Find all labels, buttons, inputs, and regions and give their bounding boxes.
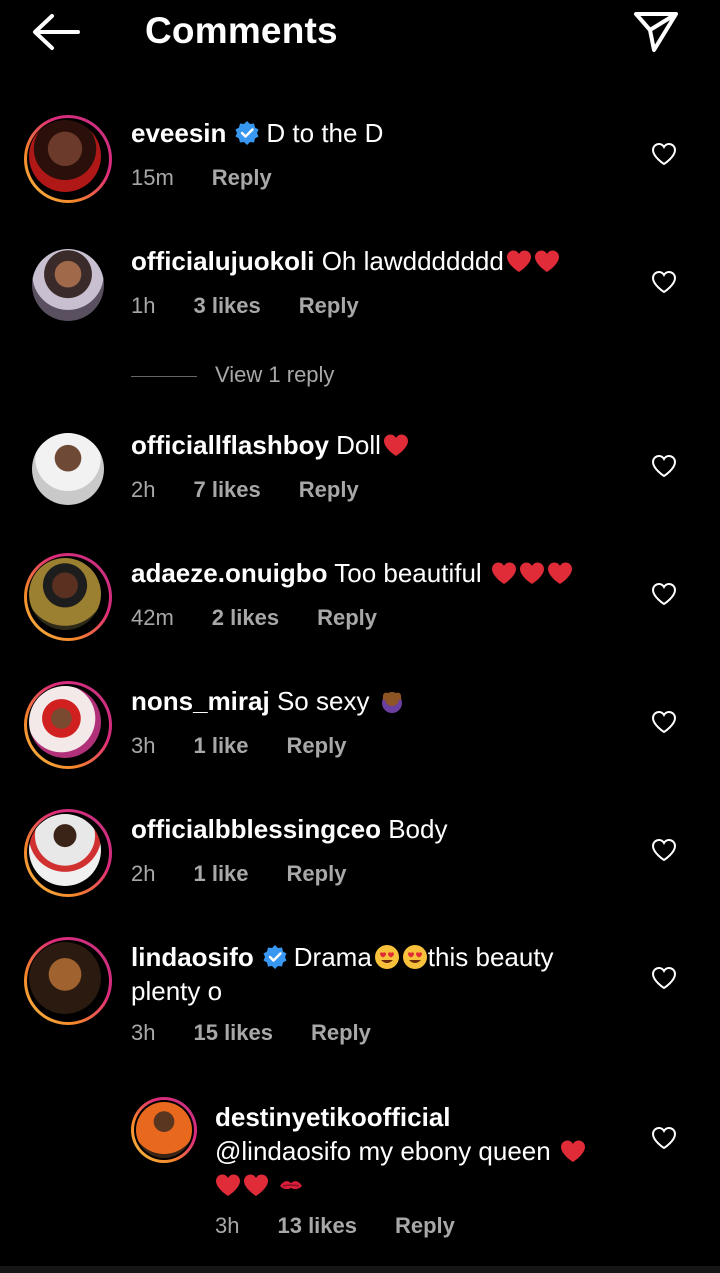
like-heart-icon[interactable] (651, 582, 677, 606)
comment-text: Drama (293, 942, 372, 972)
comment-text: D to the D (266, 118, 384, 148)
comment-time: 15m (131, 165, 174, 190)
likes-count[interactable]: 15 likes (193, 1020, 273, 1045)
reply-button[interactable]: Reply (317, 605, 377, 630)
like-heart-icon[interactable] (651, 1126, 677, 1150)
like-heart-icon[interactable] (651, 142, 677, 166)
reply-button[interactable]: Reply (299, 293, 359, 318)
avatar[interactable] (24, 553, 112, 641)
likes-count[interactable]: 13 likes (277, 1213, 357, 1238)
comment-meta: 3h 1 like Reply (131, 733, 384, 759)
comment-text: plenty o (131, 976, 223, 1006)
red-heart-emoji (560, 1138, 586, 1164)
username[interactable]: eveesin (131, 118, 226, 148)
kiss-mark-emoji (278, 1172, 304, 1198)
comment-time: 2h (131, 861, 156, 886)
comment-text: Doll (336, 430, 381, 460)
heart-eyes-emoji (374, 944, 400, 970)
back-arrow-icon[interactable] (30, 12, 82, 52)
avatar[interactable] (24, 809, 112, 897)
page-title: Comments (145, 10, 338, 51)
username[interactable]: adaeze.onuigbo (131, 558, 327, 588)
comment-meta: 42m 2 likes Reply (131, 605, 415, 631)
username[interactable]: officialbblessingceo (131, 814, 381, 844)
like-heart-icon[interactable] (651, 838, 677, 862)
bottom-bar (0, 1266, 720, 1273)
comment-text: @lindaosifo my ebony queen (215, 1136, 551, 1166)
comment-meta: 2h 1 like Reply (131, 861, 384, 887)
reply-button[interactable]: Reply (287, 733, 347, 758)
like-heart-icon[interactable] (651, 710, 677, 734)
red-heart-emoji (243, 1172, 269, 1198)
avatar[interactable] (131, 1097, 197, 1163)
username[interactable]: destinyetikoofficial (215, 1102, 451, 1132)
comment-meta: 3h 13 likes Reply (215, 1213, 493, 1239)
red-heart-emoji (491, 560, 517, 586)
comment-meta: 2h 7 likes Reply (131, 477, 397, 503)
red-heart-emoji (534, 248, 560, 274)
avatar[interactable] (24, 115, 112, 203)
reply-button[interactable]: Reply (395, 1213, 455, 1238)
likes-count[interactable]: 2 likes (212, 605, 279, 630)
comment-meta: 3h 15 likes Reply (131, 1020, 409, 1046)
comment-meta: 1h 3 likes Reply (131, 293, 397, 319)
verified-badge-icon (234, 120, 260, 146)
red-heart-emoji (519, 560, 545, 586)
comment-time: 42m (131, 605, 174, 630)
like-heart-icon[interactable] (651, 454, 677, 478)
likes-count[interactable]: 1 like (193, 733, 248, 758)
comment-time: 3h (131, 733, 156, 758)
avatar[interactable] (32, 249, 104, 321)
reply-button[interactable]: Reply (299, 477, 359, 502)
red-heart-emoji (547, 560, 573, 586)
reply-button[interactable]: Reply (287, 861, 347, 886)
comment-text: this beauty (427, 942, 554, 972)
username[interactable]: nons_miraj (131, 686, 270, 716)
send-icon[interactable] (632, 10, 680, 54)
like-heart-icon[interactable] (651, 270, 677, 294)
comment-time: 1h (131, 293, 156, 318)
username[interactable]: officiallflashboy (131, 430, 329, 460)
divider-line (131, 375, 197, 377)
avatar[interactable] (24, 937, 112, 1025)
comment-text: So sexy (276, 686, 370, 716)
comment-time: 2h (131, 477, 156, 502)
red-heart-emoji (506, 248, 532, 274)
facepalm-emoji (379, 688, 405, 714)
comment-text: Too beautiful (334, 558, 482, 588)
red-heart-emoji (383, 432, 409, 458)
likes-count[interactable]: 1 like (193, 861, 248, 886)
red-heart-emoji (215, 1172, 241, 1198)
comment-meta: 15m Reply (131, 165, 310, 191)
comment-text: Oh lawddddddd (321, 246, 504, 276)
avatar[interactable] (24, 681, 112, 769)
comment-time: 3h (131, 1020, 156, 1045)
heart-eyes-emoji (402, 944, 428, 970)
username[interactable]: lindaosifo (131, 942, 254, 972)
comment-text: Body (388, 814, 448, 844)
verified-badge-icon (262, 944, 288, 970)
view-replies-label[interactable]: View 1 reply (215, 362, 334, 387)
reply-button[interactable]: Reply (212, 165, 272, 190)
likes-count[interactable]: 7 likes (193, 477, 260, 502)
avatar[interactable] (32, 433, 104, 505)
header: Comments (0, 0, 720, 64)
comment-time: 3h (215, 1213, 240, 1238)
view-replies-button[interactable]: View 1 reply (131, 362, 334, 392)
reply-button[interactable]: Reply (311, 1020, 371, 1045)
like-heart-icon[interactable] (651, 966, 677, 990)
username[interactable]: officialujuokoli (131, 246, 314, 276)
likes-count[interactable]: 3 likes (193, 293, 260, 318)
